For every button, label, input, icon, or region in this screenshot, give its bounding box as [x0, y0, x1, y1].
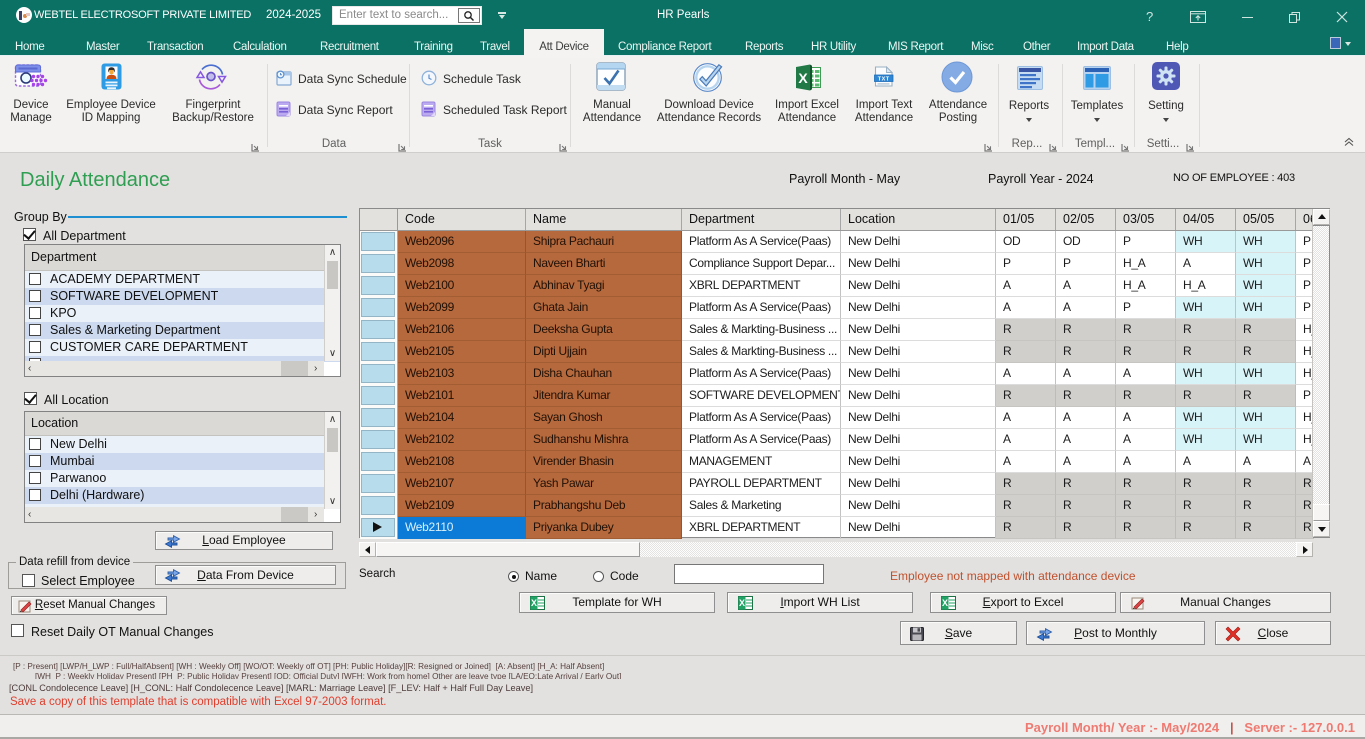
svg-text:X: X: [942, 598, 948, 608]
svg-text:X: X: [739, 598, 745, 608]
svg-text:X: X: [531, 598, 537, 608]
svg-text:X: X: [798, 70, 808, 86]
svg-text:TXT: TXT: [878, 76, 890, 82]
